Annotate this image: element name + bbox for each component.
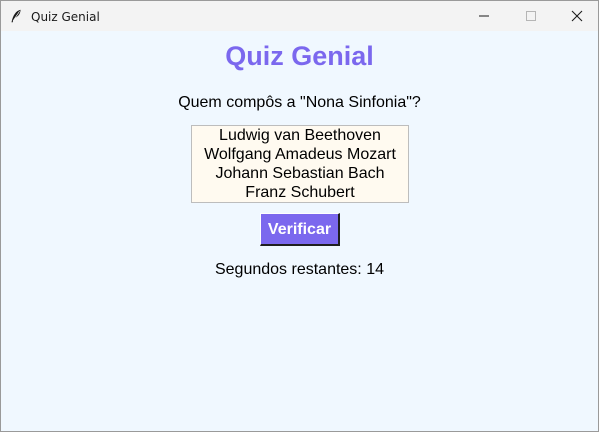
close-icon	[571, 10, 583, 22]
window-title: Quiz Genial	[31, 10, 100, 24]
maximize-button[interactable]	[508, 1, 554, 31]
answer-option[interactable]: Franz Schubert	[192, 183, 408, 202]
minimize-icon	[479, 15, 489, 17]
answer-option[interactable]: Ludwig van Beethoven	[192, 126, 408, 145]
answer-listbox[interactable]: Ludwig van Beethoven Wolfgang Amadeus Mo…	[191, 125, 409, 203]
feather-icon	[10, 9, 22, 23]
quiz-panel: Quiz Genial Quem compôs a "Nona Sinfonia…	[1, 31, 598, 431]
minimize-button[interactable]	[461, 1, 507, 31]
answer-option[interactable]: Johann Sebastian Bach	[192, 164, 408, 183]
close-button[interactable]	[554, 1, 599, 31]
app-window: Quiz Genial Quiz Genial Quem compôs a "N…	[0, 0, 599, 432]
verify-button[interactable]: Verificar	[260, 213, 340, 246]
quiz-title: Quiz Genial	[225, 41, 374, 71]
title-bar[interactable]: Quiz Genial	[1, 1, 598, 31]
countdown-label: Segundos restantes: 14	[214, 261, 384, 278]
answer-option[interactable]: Wolfgang Amadeus Mozart	[192, 145, 408, 164]
question-label: Quem compôs a "Nona Sinfonia"?	[178, 94, 421, 111]
maximize-icon	[526, 11, 536, 21]
